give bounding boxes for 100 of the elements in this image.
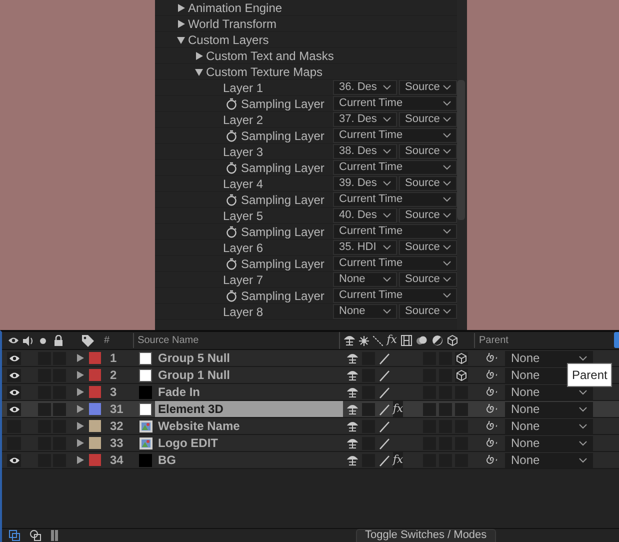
layer-row[interactable]: 3 Fade In None xyxy=(2,384,619,401)
dropdown[interactable]: Current Time xyxy=(333,160,457,175)
dropdown[interactable]: None xyxy=(333,272,397,287)
layer-name[interactable]: Group 5 Null xyxy=(158,349,230,367)
effect-group-label[interactable]: Custom Text and Masks xyxy=(206,46,334,64)
dropdown[interactable]: Source xyxy=(399,80,457,95)
effect-group-label[interactable]: Custom Layers xyxy=(188,30,269,48)
expand-triangle-icon[interactable] xyxy=(77,371,84,379)
stopwatch-icon[interactable] xyxy=(226,98,237,110)
parent-dropdown[interactable]: None xyxy=(505,384,593,400)
comp-icon[interactable] xyxy=(9,530,20,541)
dropdown[interactable]: Current Time xyxy=(333,128,457,143)
collapsed-triangle-icon[interactable] xyxy=(195,52,203,60)
eye-icon[interactable] xyxy=(8,372,20,378)
dropdown[interactable]: 38. Des xyxy=(333,144,397,159)
effects-switch[interactable]: fx xyxy=(392,400,404,418)
dropdown[interactable]: Current Time xyxy=(333,96,457,111)
expand-triangle-icon[interactable] xyxy=(77,388,84,396)
expand-triangle-icon[interactable] xyxy=(77,439,84,447)
scroll-marker[interactable] xyxy=(614,332,619,348)
dropdown[interactable]: 37. Des xyxy=(333,112,397,127)
effect-group-label[interactable]: World Transform xyxy=(188,14,276,32)
expand-triangle-icon[interactable] xyxy=(77,422,84,430)
scrollbar-thumb[interactable] xyxy=(457,80,465,220)
layer-name[interactable]: BG xyxy=(158,451,176,469)
visibility-switch[interactable] xyxy=(7,368,21,382)
stopwatch-icon[interactable] xyxy=(226,162,237,174)
layer-row[interactable]: 33 Logo EDIT None xyxy=(2,435,619,452)
pick-whip-icon[interactable] xyxy=(486,386,497,398)
dropdown[interactable]: Source xyxy=(399,304,457,319)
switch-box[interactable] xyxy=(362,352,375,364)
pick-whip-icon[interactable] xyxy=(486,370,497,380)
switch-box[interactable] xyxy=(423,352,436,364)
eye-icon[interactable] xyxy=(8,354,20,362)
stopwatch-icon[interactable] xyxy=(226,226,237,238)
effect-group-label[interactable]: Custom Texture Maps xyxy=(206,62,322,80)
label-color-swatch[interactable] xyxy=(89,420,101,432)
label-color-swatch[interactable] xyxy=(89,403,101,415)
visibility-switch[interactable] xyxy=(7,402,21,416)
expanded-triangle-icon[interactable] xyxy=(177,36,185,44)
shy-icon[interactable] xyxy=(347,352,358,364)
dropdown[interactable]: Current Time xyxy=(333,192,457,207)
toggle-switches-button[interactable]: Toggle Switches / Modes xyxy=(356,528,496,542)
switch-box[interactable] xyxy=(439,352,452,364)
shy-icon[interactable] xyxy=(347,438,358,448)
dropdown[interactable]: 35. HDI xyxy=(333,240,397,255)
dropdown[interactable]: 36. Des xyxy=(333,80,397,95)
quality-slash-icon[interactable] xyxy=(378,352,391,364)
dropdown[interactable]: Current Time xyxy=(333,288,457,303)
pick-whip-icon[interactable] xyxy=(486,420,497,432)
eye-icon[interactable] xyxy=(8,406,20,412)
shy-icon[interactable] xyxy=(347,370,358,380)
stopwatch-icon[interactable] xyxy=(226,194,237,206)
dropdown[interactable]: Source xyxy=(399,208,457,223)
dropdown[interactable]: Current Time xyxy=(333,256,457,271)
shy-icon[interactable] xyxy=(347,386,358,398)
dropdown[interactable]: Source xyxy=(399,144,457,159)
parent-dropdown[interactable]: None xyxy=(505,452,593,468)
switch-box[interactable] xyxy=(53,352,66,364)
three-d-switch[interactable] xyxy=(455,402,468,416)
expand-triangle-icon[interactable] xyxy=(77,405,84,413)
visibility-switch[interactable] xyxy=(7,386,21,398)
pick-whip-icon[interactable] xyxy=(486,352,497,364)
collapsed-triangle-icon[interactable] xyxy=(177,20,185,28)
visibility-switch[interactable] xyxy=(7,352,21,364)
pick-whip-icon[interactable] xyxy=(486,438,497,448)
stopwatch-icon[interactable] xyxy=(226,130,237,142)
parent-dropdown[interactable]: None xyxy=(505,436,593,450)
quality-slash-icon[interactable] xyxy=(378,386,391,398)
switch-box[interactable] xyxy=(362,402,375,416)
source-name-column-header[interactable]: Source Name xyxy=(132,333,199,348)
label-color-swatch[interactable] xyxy=(89,454,101,466)
stopwatch-icon[interactable] xyxy=(226,258,237,270)
collapsed-triangle-icon[interactable] xyxy=(177,4,185,12)
layer-name[interactable]: Website Name xyxy=(158,417,240,435)
parent-dropdown[interactable]: None xyxy=(505,350,593,366)
quality-slash-icon[interactable] xyxy=(378,436,391,450)
shy-icon[interactable] xyxy=(347,454,358,466)
effect-group-label[interactable]: Animation Engine xyxy=(188,0,282,16)
layer-row[interactable]: 31 Element 3D fx None xyxy=(2,401,619,418)
eye-icon[interactable] xyxy=(8,456,20,464)
pick-whip-icon[interactable] xyxy=(486,454,497,466)
parent-dropdown[interactable]: None xyxy=(505,402,593,416)
layer-name[interactable]: Fade In xyxy=(158,383,200,401)
layer-name[interactable]: Logo EDIT xyxy=(158,434,218,452)
switch-box[interactable] xyxy=(423,402,436,416)
label-color-swatch[interactable] xyxy=(89,437,101,449)
bracket-icon[interactable] xyxy=(50,530,59,541)
switch-box[interactable] xyxy=(53,402,66,416)
dropdown[interactable]: Source xyxy=(399,240,457,255)
dropdown[interactable]: None xyxy=(333,304,397,319)
quality-slash-icon[interactable] xyxy=(378,368,391,382)
shy-icon[interactable] xyxy=(347,420,358,432)
pick-whip-icon[interactable] xyxy=(486,404,497,414)
parent-dropdown[interactable]: None xyxy=(505,418,593,434)
stopwatch-icon[interactable] xyxy=(226,290,237,302)
dropdown[interactable]: Source xyxy=(399,176,457,191)
dropdown[interactable]: Source xyxy=(399,112,457,127)
label-color-swatch[interactable] xyxy=(89,386,101,398)
visibility-switch[interactable] xyxy=(7,454,21,466)
